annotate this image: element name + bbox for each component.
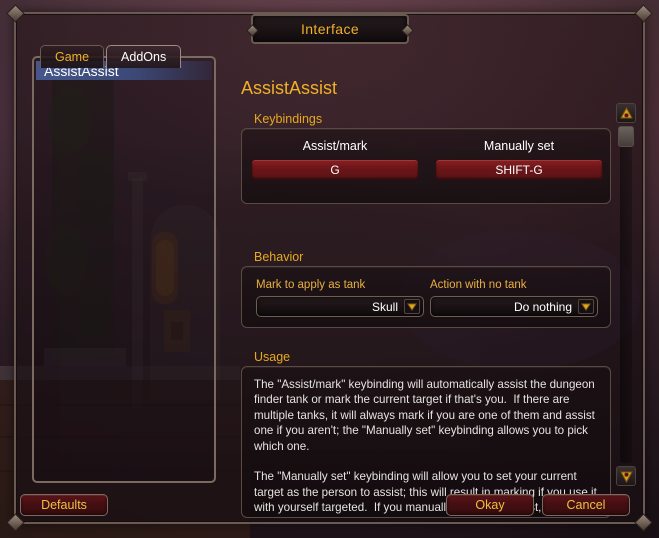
section-label-behavior: Behavior [254, 250, 304, 264]
chevron-down-icon[interactable] [404, 299, 420, 314]
defaults-button[interactable]: Defaults [20, 494, 108, 516]
window-title: Interface [300, 21, 360, 37]
dropdown-value-action-no-tank: Do nothing [513, 299, 572, 314]
scrollbar-thumb[interactable] [618, 126, 634, 147]
scroll-up-arrow-icon[interactable] [616, 103, 636, 123]
cancel-button[interactable]: Cancel [542, 494, 630, 516]
dropdown-mark-to-apply-as-tank[interactable]: Skull [256, 296, 424, 317]
dropdown-label-mark-to-apply: Mark to apply as tank [256, 279, 366, 291]
keybinding-label-assist-mark: Assist/mark [302, 139, 368, 153]
keybinding-label-manually-set: Manually set [483, 139, 555, 153]
title-bar-stud [401, 24, 414, 37]
section-label-keybindings: Keybindings [254, 112, 323, 126]
dropdown-label-action-no-tank: Action with no tank [430, 279, 527, 291]
addon-list-panel[interactable]: AssistAssist [32, 56, 216, 483]
section-label-usage: Usage [254, 350, 291, 364]
tab-addons[interactable]: AddOns [106, 45, 182, 68]
window-title-bar: Interface [246, 14, 414, 44]
addon-options-panel: AssistAssist Keybindings Assist/mark G M… [224, 56, 630, 518]
behavior-group-box: Mark to apply as tank Skull Action with … [241, 266, 611, 328]
dropdown-value-mark-to-apply: Skull [371, 299, 398, 314]
okay-button[interactable]: Okay [446, 494, 534, 516]
dropdown-group-action-no-tank: Action with no tank Do nothing [430, 279, 598, 317]
keybinding-button-manually-set[interactable]: SHIFT-G [435, 159, 603, 180]
options-scrollbar[interactable] [616, 102, 636, 487]
dropdown-group-mark-to-apply: Mark to apply as tank Skull [256, 279, 424, 317]
keybindings-group-box: Assist/mark G Manually set SHIFT-G [241, 128, 611, 204]
interface-options-frame: Interface Game AddOns AssistAssist Assis… [6, 4, 653, 532]
title-bar-stud [246, 24, 259, 37]
keybinding-button-assist-mark[interactable]: G [251, 159, 419, 180]
scroll-down-arrow-icon[interactable] [616, 466, 636, 486]
keybinding-entry-assist-mark: Assist/mark G [251, 139, 419, 180]
dropdown-action-with-no-tank[interactable]: Do nothing [430, 296, 598, 317]
page-title: AssistAssist [241, 78, 338, 98]
scrollbar-track[interactable] [620, 126, 632, 463]
tab-game[interactable]: Game [40, 45, 105, 68]
category-tabs: Game AddOns [40, 45, 182, 68]
chevron-down-icon[interactable] [578, 299, 594, 314]
keybinding-entry-manually-set: Manually set SHIFT-G [435, 139, 603, 180]
